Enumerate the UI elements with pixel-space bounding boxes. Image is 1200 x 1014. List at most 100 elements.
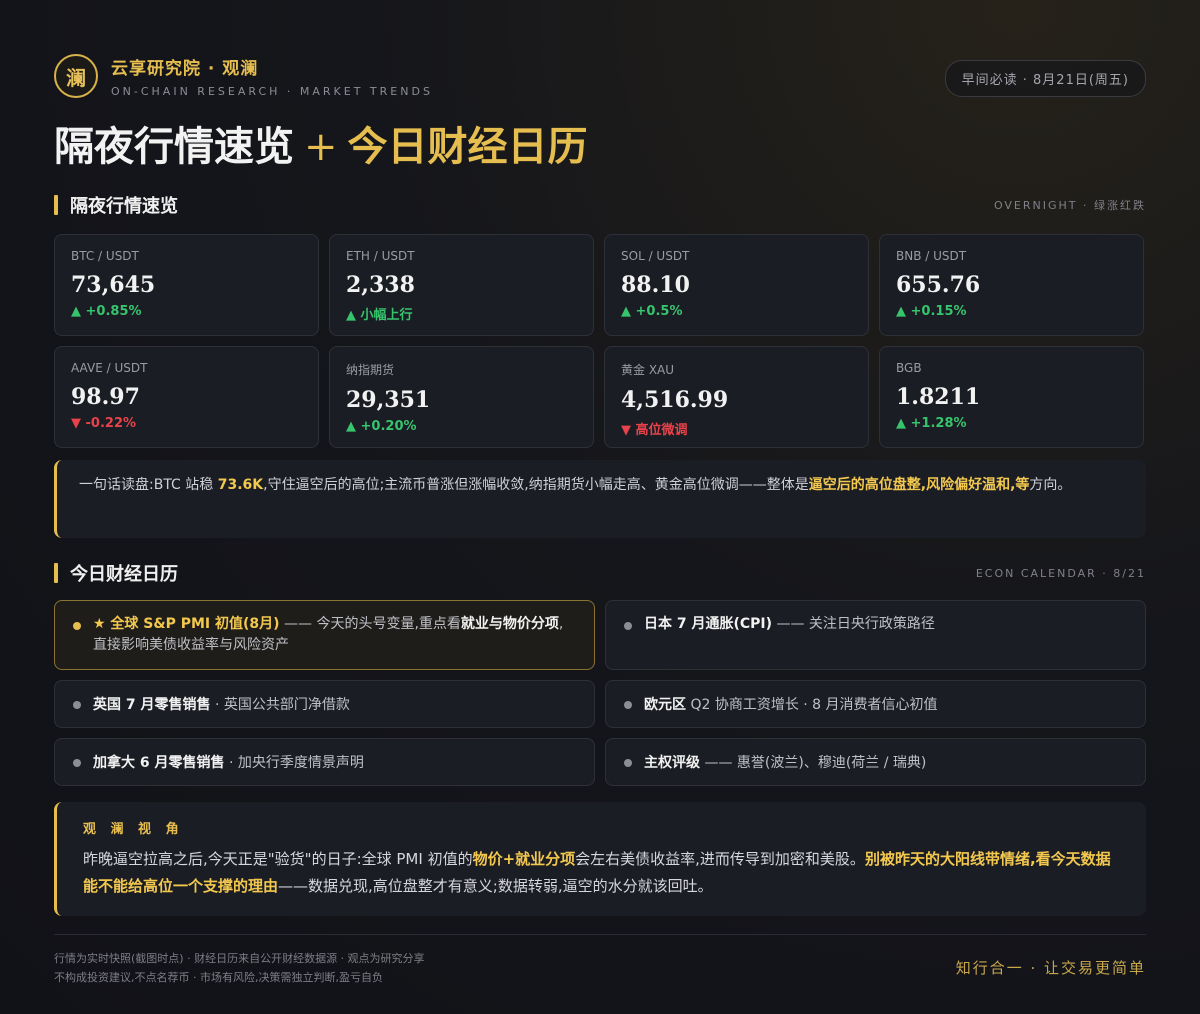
brand-logo: 澜 (54, 54, 98, 98)
calendar-event: 欧元区 Q2 协商工资增长 · 8 月消费者信心初值 (605, 680, 1146, 728)
view-highlight: 物价+就业分项 (472, 850, 576, 868)
event-desc-line2: 直接影响美债收益率与风险资产 (93, 637, 289, 653)
event-dot (73, 759, 81, 767)
event-text: ★ 全球 S&P PMI 初值(8月) —— 今天的头号变量,重点看就业与物价分… (93, 614, 563, 656)
summary-text: 一句话读盘:BTC 站稳 (79, 477, 218, 493)
brand-text: 云享研究院 · 观澜 ON-CHAIN RESEARCH · MARKET TR… (111, 54, 433, 98)
event-desc: —— 关注日央行政策路径 (772, 616, 935, 632)
event-title: 日本 7 月通胀(CPI) (644, 616, 773, 632)
title-plus: + (304, 124, 338, 170)
event-title: 加拿大 6 月零售销售 (93, 755, 225, 771)
title-main: 隔夜行情速览 (54, 123, 294, 170)
event-text: 英国 7 月零售销售 · 英国公共部门净借款 (93, 694, 350, 714)
calendar-event: 主权评级 —— 惠誉(波兰)、穆迪(荷兰 / 瑞典) (605, 738, 1146, 786)
summary-highlight: 73.6K (217, 477, 264, 493)
market-card: AAVE / USDT 98.97 ▼ -0.22% (54, 346, 319, 448)
market-price: 655.76 (896, 272, 981, 298)
event-dot (624, 759, 632, 767)
market-pair: 纳指期货 (346, 363, 395, 377)
summary-text: 方向。 (1029, 477, 1072, 493)
event-desc: · 加央行季度情景声明 (224, 755, 364, 771)
market-change: ▼ -0.22% (71, 416, 137, 431)
event-highlight: 就业与物价分项 (460, 616, 559, 632)
market-change: ▲ +1.28% (896, 416, 967, 431)
market-change: ▲ +0.5% (621, 304, 683, 319)
view-body: 昨晚逼空拉高之后,今天正是"验货"的日子:全球 PMI 初值的物价+就业分项会左… (83, 846, 1120, 900)
calendar-section-tag: ECON CALENDAR · 8/21 (975, 566, 1146, 580)
section-accent-bar (54, 195, 58, 215)
brand-row: 澜 云享研究院 · 观澜 ON-CHAIN RESEARCH · MARKET … (54, 52, 1146, 100)
market-price: 73,645 (71, 272, 156, 298)
market-pair: ETH / USDT (346, 249, 415, 263)
market-card: 纳指期货 29,351 ▲ +0.20% (329, 346, 594, 448)
market-card: BNB / USDT 655.76 ▲ +0.15% (879, 234, 1144, 336)
event-desc: , (558, 616, 564, 632)
title-accent: 今日财经日历 (347, 123, 588, 170)
event-desc: —— 惠誉(波兰)、穆迪(荷兰 / 瑞典) (700, 755, 927, 771)
market-pair: BTC / USDT (71, 249, 139, 263)
market-pair: SOL / USDT (621, 249, 690, 263)
event-dot (624, 622, 632, 630)
page-title: 隔夜行情速览 + 今日财经日历 (54, 114, 1146, 172)
market-card: SOL / USDT 88.10 ▲ +0.5% (604, 234, 869, 336)
event-title: 英国 7 月零售销售 (93, 697, 211, 713)
calendar-event: 加拿大 6 月零售销售 · 加央行季度情景声明 (54, 738, 595, 786)
market-change: ▲ +0.15% (896, 304, 967, 319)
view-text: ——数据兑现,高位盘整才有意义;数据转弱,逼空的水分就该回吐。 (278, 877, 713, 895)
market-change: ▲ +0.85% (71, 304, 142, 319)
calendar-grid: ★ 全球 S&P PMI 初值(8月) —— 今天的头号变量,重点看就业与物价分… (54, 600, 1146, 786)
view-box: 观 澜 视 角 昨晚逼空拉高之后,今天正是"验货"的日子:全球 PMI 初值的物… (54, 802, 1146, 916)
market-change: ▲ +0.20% (346, 419, 417, 434)
footer-slogan: 知行合一 · 让交易更简单 (955, 959, 1146, 977)
market-change: ▼ 高位微调 (621, 423, 688, 438)
market-change: ▲ 小幅上行 (346, 308, 413, 323)
event-text: 主权评级 —— 惠誉(波兰)、穆迪(荷兰 / 瑞典) (644, 752, 926, 772)
calendar-section-title: 今日财经日历 (70, 564, 178, 585)
market-card: ETH / USDT 2,338 ▲ 小幅上行 (329, 234, 594, 336)
market-summary: 一句话读盘:BTC 站稳 73.6K,守住逼空后的高位;主流币普涨但涨幅收敛,纳… (54, 460, 1146, 538)
summary-highlight: 逼空后的高位盘整,风险偏好温和,等 (808, 477, 1030, 493)
market-card: 黄金 XAU 4,516.99 ▼ 高位微调 (604, 346, 869, 448)
report-page: 澜 云享研究院 · 观澜 ON-CHAIN RESEARCH · MARKET … (54, 52, 1146, 989)
market-price: 88.10 (621, 272, 690, 298)
view-heading: 观 澜 视 角 (83, 822, 184, 837)
event-text: 日本 7 月通胀(CPI) —— 关注日央行政策路径 (644, 614, 935, 635)
calendar-event-featured: ★ 全球 S&P PMI 初值(8月) —— 今天的头号变量,重点看就业与物价分… (54, 600, 595, 670)
event-dot (73, 622, 81, 630)
section-accent-bar (54, 563, 58, 583)
event-desc: · 英国公共部门净借款 (210, 697, 350, 713)
market-card: BGB 1.8211 ▲ +1.28% (879, 346, 1144, 448)
summary-text: ,守住逼空后的高位;主流币普涨但涨幅收敛,纳指期货小幅走高、黄金高位微调——整体… (263, 477, 809, 493)
brand-subtitle: ON-CHAIN RESEARCH · MARKET TRENDS (111, 85, 433, 98)
market-price: 4,516.99 (621, 387, 729, 413)
market-pair: BGB (896, 361, 922, 375)
view-text: 会左右美债收益率,进而传导到加密和美股。 (575, 850, 865, 868)
event-desc: Q2 协商工资增长 · 8 月消费者信心初值 (686, 697, 938, 713)
calendar-event: 英国 7 月零售销售 · 英国公共部门净借款 (54, 680, 595, 728)
date-badge: 早间必读 · 8月21日(周五) (944, 60, 1146, 97)
event-dot (624, 701, 632, 709)
market-price: 1.8211 (896, 384, 981, 410)
event-title: 欧元区 (644, 697, 686, 713)
event-text: 欧元区 Q2 协商工资增长 · 8 月消费者信心初值 (644, 694, 938, 714)
event-title: 主权评级 (644, 755, 700, 771)
market-pair: AAVE / USDT (71, 361, 148, 375)
overnight-section-tag: OVERNIGHT · 绿涨红跌 (993, 199, 1146, 212)
market-card: BTC / USDT 73,645 ▲ +0.85% (54, 234, 319, 336)
calendar-section-header: 今日财经日历 ECON CALENDAR · 8/21 (54, 560, 1146, 586)
market-price: 98.97 (71, 384, 140, 410)
overnight-section-header: 隔夜行情速览 OVERNIGHT · 绿涨红跌 (54, 192, 1146, 218)
market-grid: BTC / USDT 73,645 ▲ +0.85% ETH / USDT 2,… (54, 234, 1146, 448)
market-price: 29,351 (346, 387, 431, 413)
event-title: ★ 全球 S&P PMI 初值(8月) (93, 616, 280, 632)
brand-name: 云享研究院 · 观澜 (111, 59, 259, 79)
view-text: 昨晚逼空拉高之后,今天正是"验货"的日子:全球 PMI 初值的 (83, 850, 473, 868)
market-pair: BNB / USDT (896, 249, 967, 263)
event-dot (73, 701, 81, 709)
market-price: 2,338 (346, 272, 415, 298)
market-pair: 黄金 XAU (621, 363, 675, 377)
event-desc: —— 今天的头号变量,重点看 (279, 616, 461, 632)
overnight-section-title: 隔夜行情速览 (70, 196, 178, 217)
footer-divider (54, 934, 1146, 935)
event-text: 加拿大 6 月零售销售 · 加央行季度情景声明 (93, 752, 364, 772)
